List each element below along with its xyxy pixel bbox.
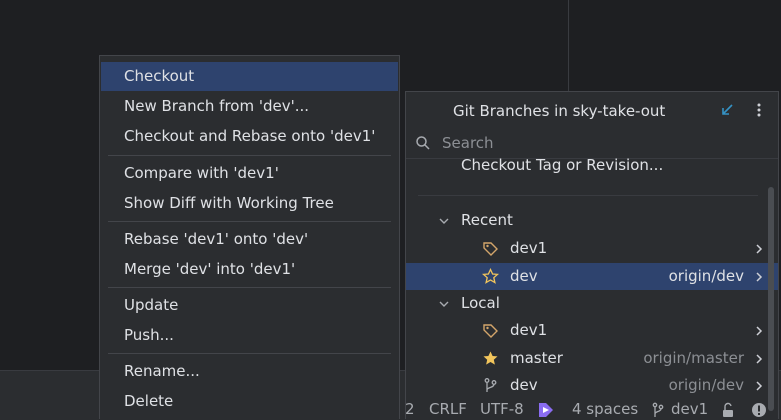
indent-indicator[interactable]: 4 spaces [572, 400, 638, 419]
menu-item-checkout[interactable]: Checkout [101, 62, 398, 91]
checkout-tag-label: Checkout Tag or Revision... [461, 156, 664, 174]
menu-item-rebase[interactable]: Rebase 'dev1' onto 'dev' [101, 225, 398, 254]
git-branches-popup: Git Branches in sky-take-out Checkout Ta… [405, 91, 779, 419]
search-icon [416, 136, 430, 150]
remote-branch-label: origin/dev [668, 376, 744, 394]
chevron-right-icon [756, 244, 763, 254]
branch-item-local-dev[interactable]: dev origin/dev [406, 372, 778, 399]
menu-separator [108, 353, 391, 354]
branch-name: dev [510, 267, 538, 285]
group-local[interactable]: Local [406, 290, 778, 317]
group-recent[interactable]: Recent [406, 207, 778, 234]
group-label: Local [461, 294, 500, 312]
branch-item-local-dev1[interactable]: dev1 [406, 317, 778, 344]
menu-item-new-branch[interactable]: New Branch from 'dev'... [101, 92, 398, 121]
chevron-down-icon [439, 218, 449, 224]
menu-separator [108, 155, 391, 156]
star-filled-icon [483, 351, 498, 365]
menu-item-update[interactable]: Update [101, 291, 398, 320]
scrollbar-thumb[interactable] [768, 187, 774, 411]
menu-separator [108, 287, 391, 288]
chevron-right-icon [756, 381, 763, 391]
branch-context-menu: Checkout New Branch from 'dev'... Checko… [99, 55, 400, 419]
notifications-icon[interactable] [751, 402, 767, 418]
popup-title: Git Branches in sky-take-out [453, 102, 666, 120]
arrow-down-left-icon[interactable] [719, 102, 735, 118]
chevron-right-icon [756, 326, 763, 336]
menu-item-merge[interactable]: Merge 'dev' into 'dev1' [101, 255, 398, 284]
star-outline-icon [482, 268, 499, 284]
group-label: Recent [461, 211, 513, 229]
menu-item-push[interactable]: Push... [101, 321, 398, 350]
unlock-icon[interactable] [721, 402, 735, 418]
encoding-indicator[interactable]: UTF-8 [480, 400, 524, 419]
branch-name: dev1 [510, 321, 548, 339]
editor-divider [568, 0, 569, 95]
menu-item-delete[interactable]: Delete [101, 387, 398, 416]
status-bar: 2 CRLF UTF-8 4 spaces dev1 [400, 400, 781, 419]
chevron-right-icon [756, 354, 763, 364]
branch-name: dev1 [510, 239, 548, 257]
branch-item-local-master[interactable]: master origin/master [406, 345, 778, 372]
menu-item-checkout-rebase[interactable]: Checkout and Rebase onto 'dev1' [101, 122, 398, 151]
search-input[interactable] [442, 132, 742, 154]
branch-icon [484, 378, 497, 392]
remote-branch-label: origin/dev [668, 267, 744, 285]
tag-icon [483, 242, 498, 256]
line-column-indicator[interactable]: 2 [405, 400, 415, 419]
chevron-down-icon [439, 301, 449, 307]
popup-separator [418, 195, 758, 196]
line-separator-indicator[interactable]: CRLF [429, 400, 467, 419]
more-vertical-icon[interactable] [751, 102, 767, 118]
branch-item-recent-dev1[interactable]: dev1 [406, 235, 778, 262]
current-branch-indicator[interactable]: dev1 [671, 400, 708, 419]
tag-icon [483, 324, 498, 338]
remote-branch-label: origin/master [643, 349, 744, 367]
branch-name: master [510, 349, 563, 367]
checkout-tag-revision-item[interactable]: Checkout Tag or Revision... [406, 152, 778, 179]
ai-assistant-icon[interactable] [537, 401, 555, 418]
menu-item-show-diff[interactable]: Show Diff with Working Tree [101, 189, 398, 218]
chevron-right-icon [756, 272, 763, 282]
branch-name: dev [510, 376, 538, 394]
menu-separator [108, 221, 391, 222]
branch-icon [652, 402, 664, 417]
branch-item-recent-dev[interactable]: dev origin/dev [406, 263, 778, 290]
menu-item-compare[interactable]: Compare with 'dev1' [101, 159, 398, 188]
menu-item-rename[interactable]: Rename... [101, 357, 398, 386]
